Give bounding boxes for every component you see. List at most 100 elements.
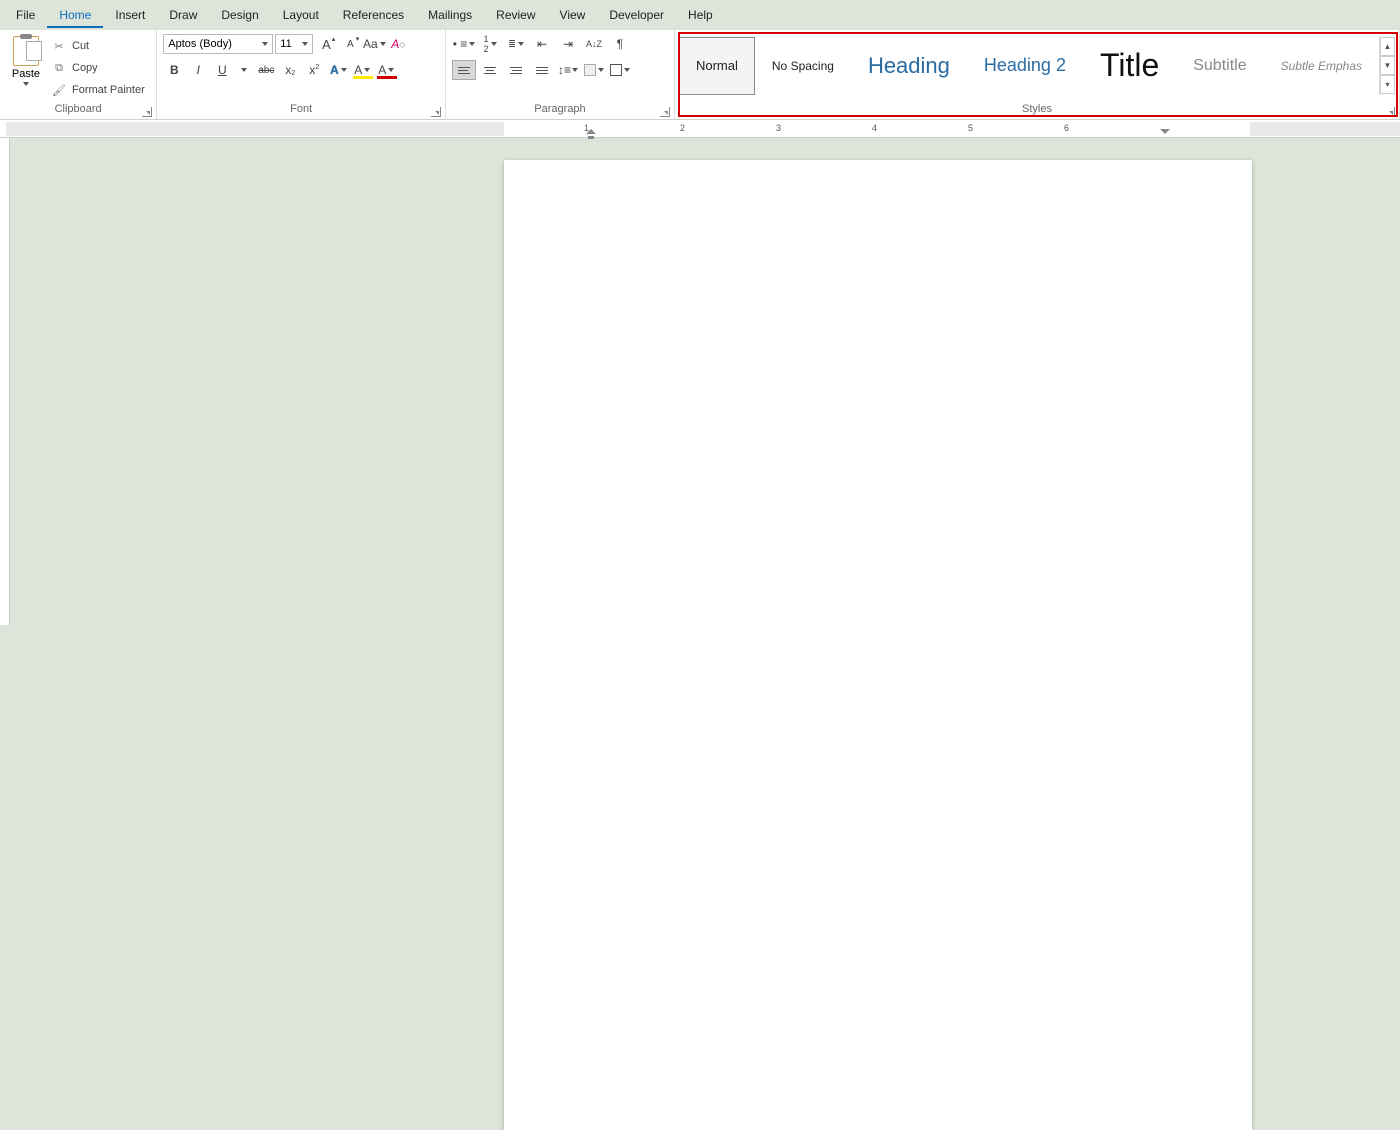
superscript-button[interactable]: x2 bbox=[303, 60, 325, 80]
copy-icon: ⧉ bbox=[52, 61, 66, 75]
group-paragraph: • ≡ 12 ≣ ⇤ ⇥ A↓Z ¶ ↕≡ bbox=[446, 30, 675, 119]
justify-button[interactable] bbox=[530, 60, 554, 80]
align-left-button[interactable] bbox=[452, 60, 476, 80]
numbering-button[interactable]: 12 bbox=[478, 34, 502, 54]
style-no-spacing[interactable]: No Spacing bbox=[755, 37, 851, 95]
group-styles: NormalNo SpacingHeadingHeading 2TitleSub… bbox=[675, 30, 1400, 119]
chevron-down-icon bbox=[469, 42, 475, 46]
chevron-down-icon bbox=[241, 68, 247, 72]
copy-label: Copy bbox=[72, 62, 98, 74]
bullets-button[interactable]: • ≡ bbox=[452, 34, 476, 54]
italic-button[interactable]: I bbox=[187, 60, 209, 80]
subscript-button[interactable]: x2 bbox=[279, 60, 301, 80]
style-title[interactable]: Title bbox=[1083, 37, 1176, 95]
chevron-down-icon bbox=[491, 42, 497, 46]
ruler-vertical[interactable] bbox=[0, 138, 10, 625]
decrease-indent-button[interactable]: ⇤ bbox=[530, 34, 554, 54]
chevron-down-icon bbox=[364, 68, 370, 72]
menu-draw[interactable]: Draw bbox=[157, 2, 209, 28]
format-painter-button[interactable]: 🖌 Format Painter bbox=[50, 80, 147, 100]
menu-view[interactable]: View bbox=[548, 2, 598, 28]
menu-file[interactable]: File bbox=[4, 2, 47, 28]
menu-home[interactable]: Home bbox=[47, 2, 103, 28]
menu-help[interactable]: Help bbox=[676, 2, 725, 28]
underline-menu[interactable] bbox=[235, 60, 253, 80]
paste-label: Paste bbox=[12, 68, 40, 80]
align-right-button[interactable] bbox=[504, 60, 528, 80]
group-clipboard: Paste ✂ Cut ⧉ Copy 🖌 Format Painter Clipboa… bbox=[0, 30, 157, 119]
group-clipboard-label: Clipboard bbox=[55, 103, 102, 115]
menu-design[interactable]: Design bbox=[209, 2, 270, 28]
menu-review[interactable]: Review bbox=[484, 2, 547, 28]
font-size-select[interactable]: 11 bbox=[275, 34, 313, 54]
font-launcher[interactable] bbox=[431, 107, 441, 117]
cut-button[interactable]: ✂ Cut bbox=[50, 36, 147, 56]
change-case-button[interactable]: Aa bbox=[363, 34, 385, 54]
chevron-down-icon bbox=[624, 68, 630, 72]
underline-button[interactable]: U bbox=[211, 60, 233, 80]
style-subtle-emphas[interactable]: Subtle Emphas bbox=[1264, 37, 1379, 95]
right-indent-marker[interactable] bbox=[1160, 129, 1170, 134]
style-heading-2[interactable]: Heading 2 bbox=[967, 37, 1083, 95]
styles-scroll-2[interactable]: ▾ bbox=[1380, 75, 1395, 94]
paragraph-launcher[interactable] bbox=[660, 107, 670, 117]
text-effects-button[interactable]: A bbox=[327, 60, 349, 80]
style-normal[interactable]: Normal bbox=[679, 37, 755, 95]
cut-label: Cut bbox=[72, 40, 89, 52]
chevron-down-icon bbox=[380, 42, 386, 46]
format-painter-label: Format Painter bbox=[72, 84, 145, 96]
sort-button[interactable]: A↓Z bbox=[582, 34, 606, 54]
brush-icon: 🖌 bbox=[52, 83, 66, 97]
menu-mailings[interactable]: Mailings bbox=[416, 2, 484, 28]
chevron-down-icon[interactable] bbox=[23, 82, 29, 86]
chevron-down-icon bbox=[598, 68, 604, 72]
shading-button[interactable] bbox=[582, 60, 606, 80]
menu-layout[interactable]: Layout bbox=[271, 2, 331, 28]
font-size-value: 11 bbox=[280, 38, 291, 50]
scissors-icon: ✂ bbox=[52, 39, 66, 53]
chevron-down-icon bbox=[572, 68, 578, 72]
grow-font-button[interactable]: A▴ bbox=[315, 34, 337, 54]
chevron-down-icon bbox=[302, 42, 308, 46]
clipboard-launcher[interactable] bbox=[142, 107, 152, 117]
chevron-down-icon bbox=[388, 68, 394, 72]
paste-icon bbox=[13, 36, 39, 66]
ruler-margin-right bbox=[1250, 122, 1400, 136]
menu-references[interactable]: References bbox=[331, 2, 416, 28]
align-center-button[interactable] bbox=[478, 60, 502, 80]
ruler-horizontal[interactable]: 123456 bbox=[0, 120, 1400, 138]
menu-developer[interactable]: Developer bbox=[597, 2, 676, 28]
ribbon: Paste ✂ Cut ⧉ Copy 🖌 Format Painter Clipboa… bbox=[0, 30, 1400, 120]
style-heading[interactable]: Heading bbox=[851, 37, 967, 95]
group-paragraph-label: Paragraph bbox=[534, 103, 585, 115]
font-name-select[interactable]: Aptos (Body) bbox=[163, 34, 273, 54]
workspace: 123456 bbox=[0, 120, 1400, 625]
paste-button[interactable]: Paste bbox=[6, 34, 46, 86]
copy-button[interactable]: ⧉ Copy bbox=[50, 58, 147, 78]
font-name-value: Aptos (Body) bbox=[168, 38, 232, 50]
group-styles-label: Styles bbox=[1022, 103, 1052, 115]
ruler-margin-left bbox=[6, 122, 504, 136]
shrink-font-button[interactable]: A▾ bbox=[339, 34, 361, 54]
styles-launcher[interactable] bbox=[1385, 107, 1395, 117]
increase-indent-button[interactable]: ⇥ bbox=[556, 34, 580, 54]
bold-button[interactable]: B bbox=[163, 60, 185, 80]
menu-bar: File Home Insert Draw Design Layout Refe… bbox=[0, 0, 1400, 30]
group-font-label: Font bbox=[290, 103, 312, 115]
menu-insert[interactable]: Insert bbox=[103, 2, 157, 28]
indent-marker[interactable] bbox=[586, 129, 596, 136]
chevron-down-icon bbox=[262, 42, 268, 46]
multilevel-button[interactable]: ≣ bbox=[504, 34, 528, 54]
borders-button[interactable] bbox=[608, 60, 632, 80]
clear-format-button[interactable]: A◇ bbox=[387, 34, 409, 54]
document-page[interactable] bbox=[504, 160, 1252, 1130]
font-color-button[interactable]: A bbox=[375, 60, 397, 80]
show-marks-button[interactable]: ¶ bbox=[608, 34, 632, 54]
style-subtitle[interactable]: Subtitle bbox=[1176, 37, 1263, 95]
styles-scroll-1[interactable]: ▼ bbox=[1380, 56, 1395, 75]
line-spacing-button[interactable]: ↕≡ bbox=[556, 60, 580, 80]
chevron-down-icon bbox=[518, 42, 524, 46]
strike-button[interactable]: abc bbox=[255, 60, 277, 80]
styles-scroll-0[interactable]: ▲ bbox=[1380, 37, 1395, 56]
highlight-button[interactable]: A bbox=[351, 60, 373, 80]
